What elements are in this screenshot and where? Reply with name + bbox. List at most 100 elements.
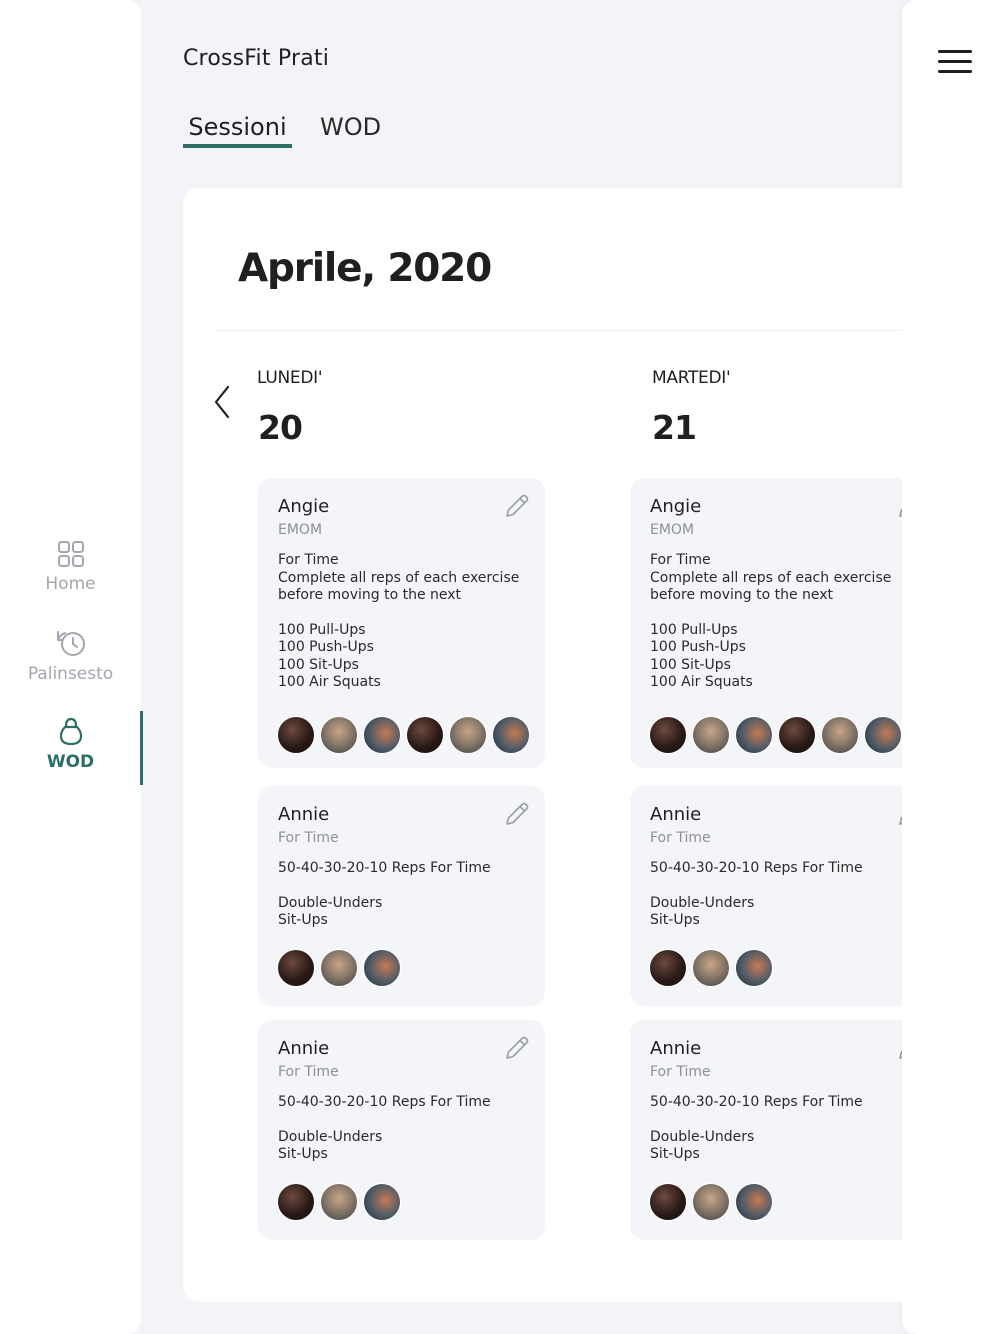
- avatar[interactable]: [277, 1183, 315, 1221]
- page-title: CrossFit Prati: [183, 46, 330, 71]
- pencil-icon[interactable]: [896, 1034, 902, 1062]
- wod-description: 50-40-30-20-10 Reps For Time: [278, 1094, 491, 1110]
- avatar[interactable]: [735, 716, 773, 754]
- right-rail: [902, 0, 1000, 1334]
- wod-title: Annie: [650, 804, 702, 825]
- participants: [649, 716, 902, 754]
- participants: [649, 949, 778, 987]
- exercise: 100 Push-Ups: [650, 639, 746, 655]
- participants: [277, 949, 406, 987]
- divider: [215, 330, 902, 331]
- exercise: Sit-Ups: [278, 1146, 328, 1162]
- avatar[interactable]: [277, 949, 315, 987]
- exercise: Double-Unders: [650, 894, 755, 911]
- wod-type: For Time: [278, 1064, 339, 1080]
- wod-card[interactable]: Angie EMOM For Time Complete all reps of…: [630, 478, 902, 768]
- avatar[interactable]: [277, 716, 315, 754]
- kettlebell-icon: [59, 717, 82, 746]
- wod-description: 50-40-30-20-10 Reps For Time: [650, 1094, 863, 1110]
- pencil-icon[interactable]: [503, 1034, 531, 1062]
- nav-label-wod: WOD: [46, 752, 95, 772]
- avatar[interactable]: [363, 949, 401, 987]
- wod-type: For Time: [278, 830, 339, 846]
- pencil-icon[interactable]: [896, 492, 902, 520]
- avatar[interactable]: [864, 716, 902, 754]
- wod-card[interactable]: Annie For Time 50-40-30-20-10 Reps For T…: [630, 786, 902, 1006]
- wod-title: Angie: [650, 496, 702, 517]
- avatar[interactable]: [649, 716, 687, 754]
- wod-type: EMOM: [278, 522, 323, 538]
- avatar[interactable]: [649, 949, 687, 987]
- wod-card[interactable]: Annie For Time 50-40-30-20-10 Reps For T…: [258, 1020, 545, 1240]
- month-title: Aprile, 2020: [238, 246, 492, 291]
- wod-description: For Time: [278, 552, 339, 568]
- tab-wod[interactable]: WOD: [320, 113, 381, 141]
- day-number: 21: [652, 408, 697, 447]
- exercise: 100 Air Squats: [650, 674, 753, 690]
- wod-type: For Time: [650, 830, 711, 846]
- avatar[interactable]: [821, 716, 859, 754]
- day-number: 20: [258, 408, 303, 447]
- menu-icon: [938, 50, 972, 53]
- exercise: 100 Sit-Ups: [650, 656, 731, 673]
- avatar[interactable]: [363, 1183, 401, 1221]
- avatar[interactable]: [363, 716, 401, 754]
- avatar[interactable]: [735, 949, 773, 987]
- grid-icon: [57, 541, 84, 567]
- exercise: 100 Pull-Ups: [278, 621, 366, 638]
- exercise: 100 Pull-Ups: [650, 621, 738, 638]
- avatar[interactable]: [320, 1183, 358, 1221]
- exercise: 100 Push-Ups: [278, 639, 374, 655]
- exercise: Double-Unders: [278, 894, 383, 911]
- wod-title: Annie: [278, 1038, 330, 1059]
- avatar[interactable]: [692, 716, 730, 754]
- wod-description: Complete all reps of each exercise: [278, 569, 520, 586]
- exercise: Double-Unders: [650, 1128, 755, 1145]
- nav-label-home: Home: [45, 574, 96, 594]
- exercise: Double-Unders: [278, 1128, 383, 1145]
- exercise: Sit-Ups: [650, 912, 700, 928]
- avatar[interactable]: [692, 949, 730, 987]
- pencil-icon[interactable]: [503, 492, 531, 520]
- exercise: Sit-Ups: [650, 1146, 700, 1162]
- participants: [277, 1183, 406, 1221]
- avatar[interactable]: [320, 716, 358, 754]
- nav-item-wod[interactable]: WOD: [0, 716, 141, 772]
- calendar-panel: Aprile, 2020 LUNEDI' 20 MARTEDI' 21 Angi…: [183, 188, 902, 1302]
- nav-item-home[interactable]: Home: [0, 540, 141, 594]
- nav-item-palinsesto[interactable]: Palinsesto: [0, 628, 141, 684]
- wod-description: before moving to the next: [278, 587, 462, 603]
- avatar[interactable]: [692, 1183, 730, 1221]
- exercise: 100 Air Squats: [278, 674, 381, 690]
- avatar[interactable]: [406, 716, 444, 754]
- wod-card[interactable]: Annie For Time 50-40-30-20-10 Reps For T…: [258, 786, 545, 1006]
- wod-title: Angie: [278, 496, 330, 517]
- avatar[interactable]: [735, 1183, 773, 1221]
- wod-type: EMOM: [650, 522, 695, 538]
- wod-card[interactable]: Angie EMOM For Time Complete all reps of…: [258, 478, 545, 768]
- sidebar: Home Palinsesto WOD: [0, 0, 141, 1334]
- avatar[interactable]: [320, 949, 358, 987]
- wod-title: Annie: [278, 804, 330, 825]
- exercise: 100 Sit-Ups: [278, 656, 359, 673]
- pencil-icon[interactable]: [503, 800, 531, 828]
- nav-label-palinsesto: Palinsesto: [27, 664, 114, 684]
- active-indicator: [140, 711, 143, 785]
- tab-active-underline: [183, 144, 292, 148]
- wod-card[interactable]: Annie For Time 50-40-30-20-10 Reps For T…: [630, 1020, 902, 1240]
- avatar[interactable]: [492, 716, 530, 754]
- avatar[interactable]: [449, 716, 487, 754]
- wod-title: Annie: [650, 1038, 702, 1059]
- avatar[interactable]: [649, 1183, 687, 1221]
- exercise: Sit-Ups: [278, 912, 328, 928]
- day-name: LUNEDI': [257, 368, 323, 388]
- tab-sessioni[interactable]: Sessioni: [183, 113, 292, 141]
- chevron-left-icon[interactable]: [211, 384, 235, 420]
- wod-description: Complete all reps of each exercise: [650, 569, 892, 586]
- wod-type: For Time: [650, 1064, 711, 1080]
- menu-button[interactable]: [938, 50, 972, 74]
- participants: [277, 716, 535, 754]
- pencil-icon[interactable]: [896, 800, 902, 828]
- avatar[interactable]: [778, 716, 816, 754]
- wod-description: before moving to the next: [650, 587, 834, 603]
